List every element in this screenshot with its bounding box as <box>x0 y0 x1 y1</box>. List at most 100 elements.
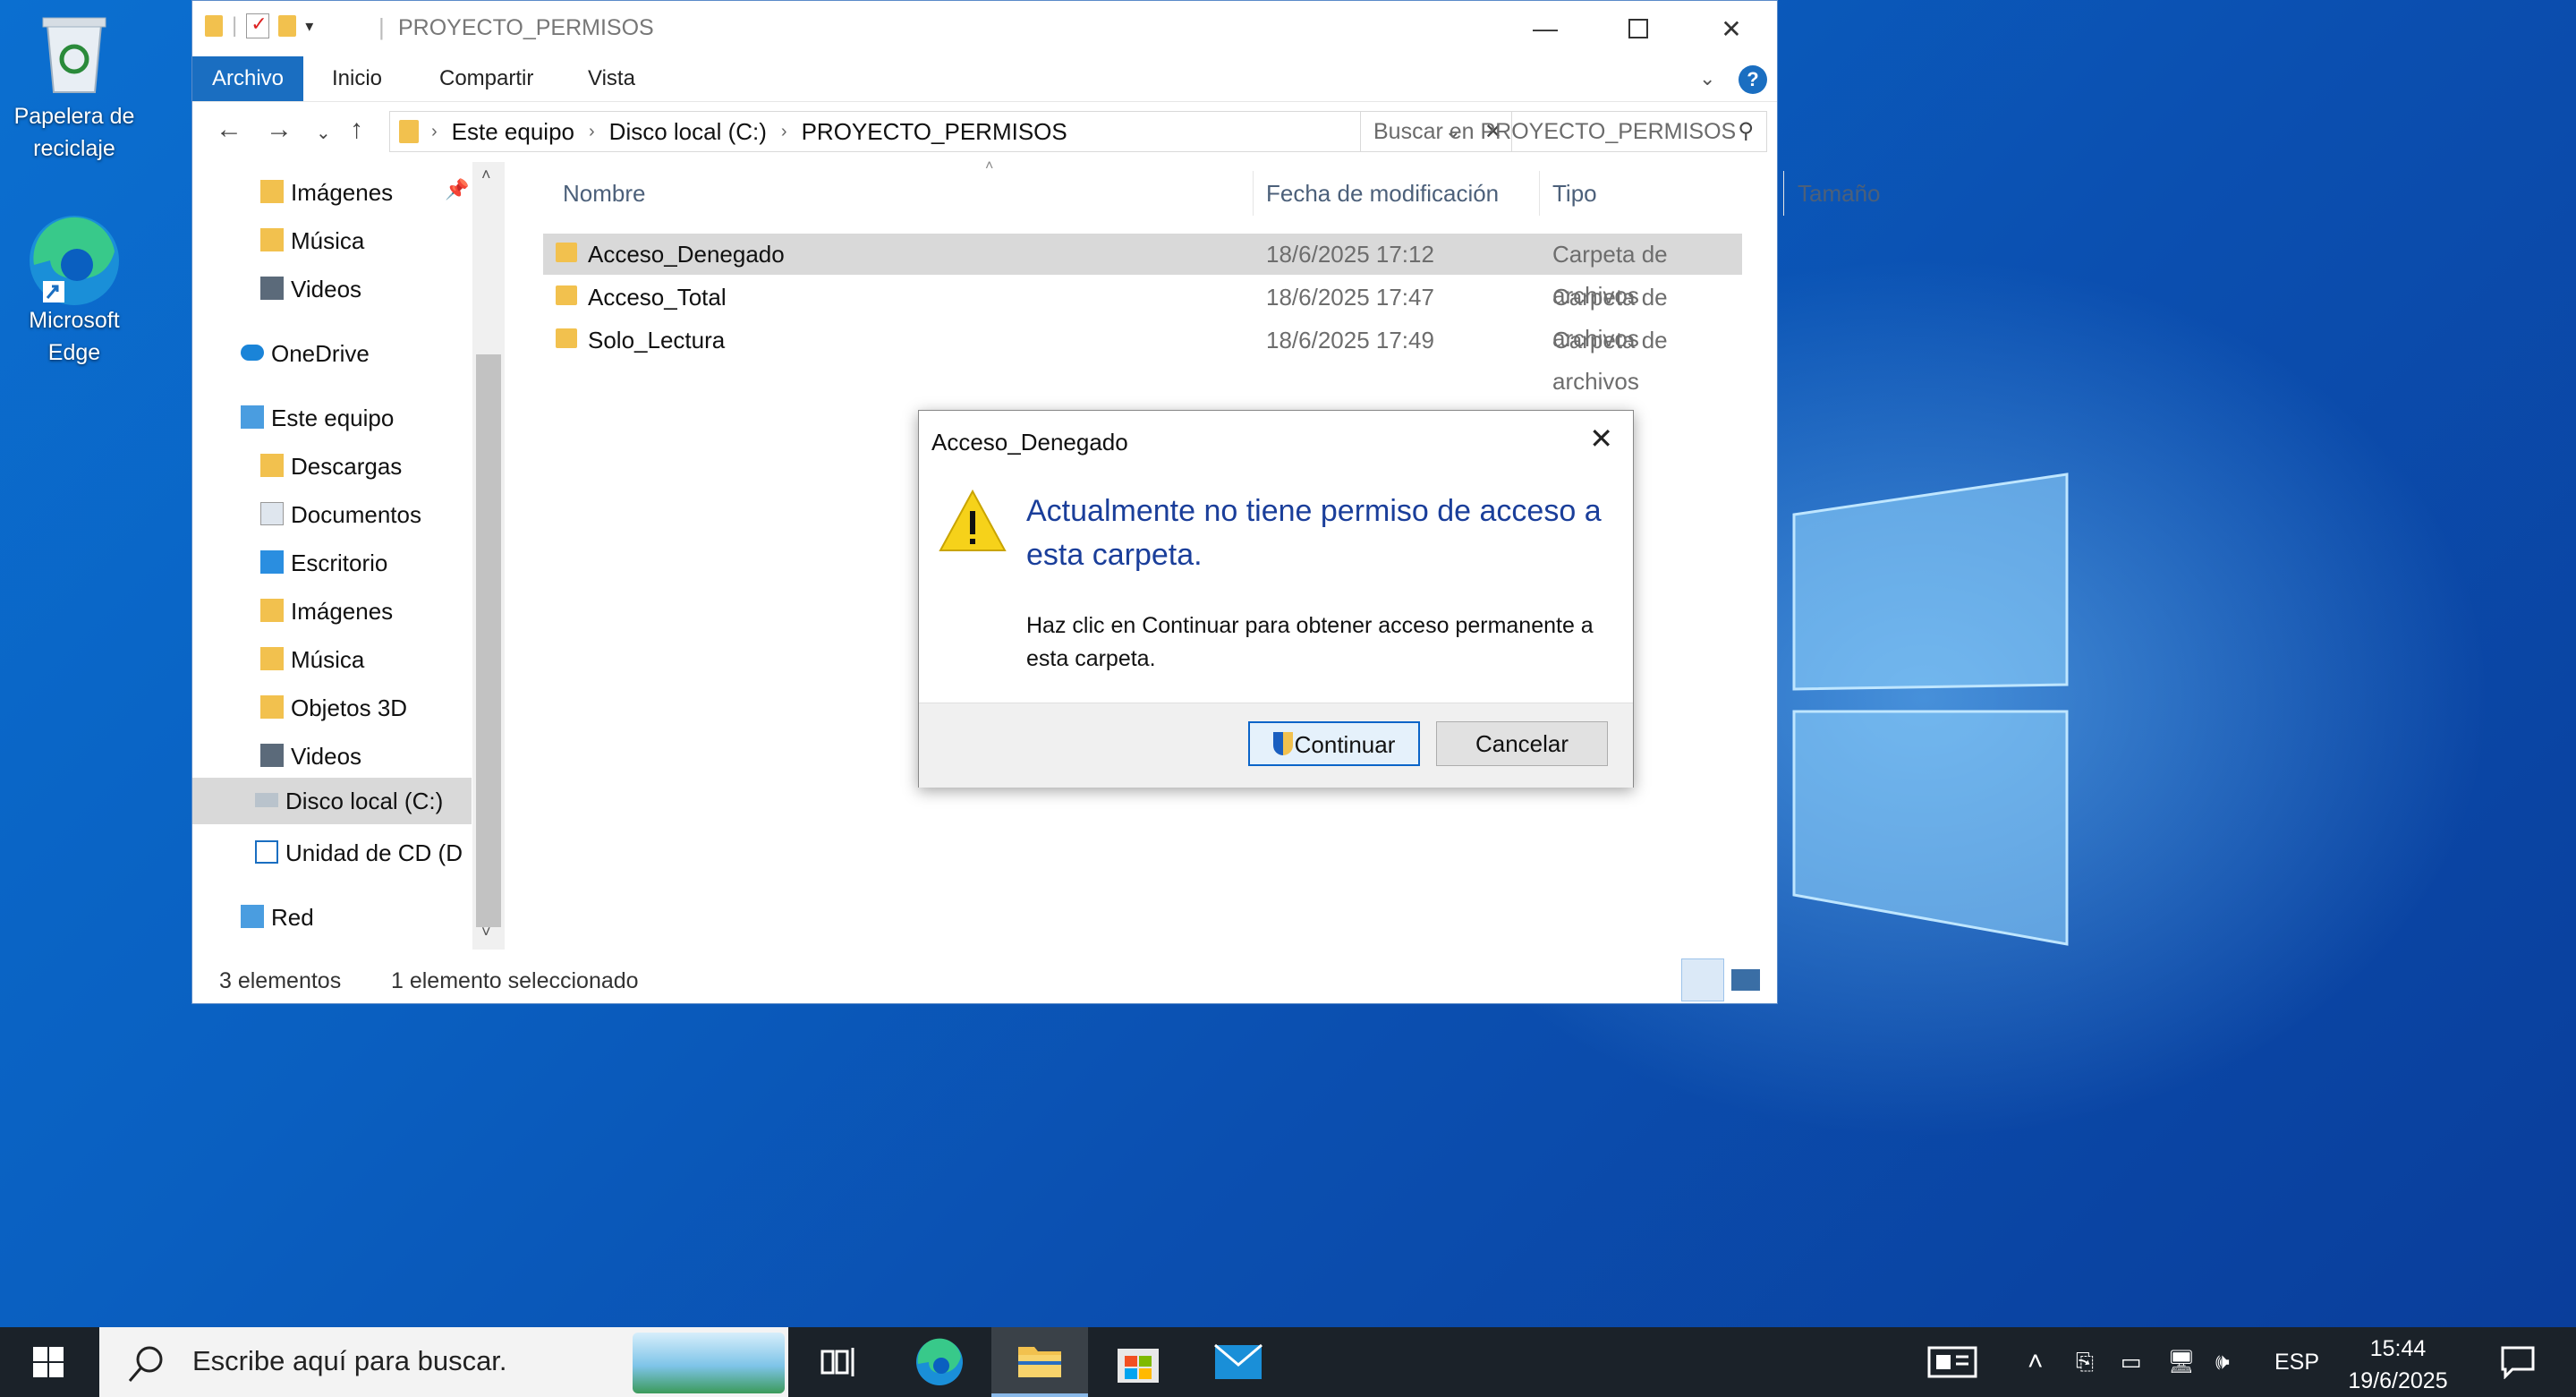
recycle-bin-label-1: Papelera de <box>13 104 135 129</box>
volume-icon[interactable]: 🕪 <box>2215 1327 2230 1397</box>
edge-label-2: Edge <box>47 340 101 365</box>
continue-label: Continuar <box>1294 731 1396 758</box>
file-name: Acceso_Total <box>588 284 727 311</box>
show-hidden-icons-chevron[interactable]: ˄ <box>2028 1327 2044 1397</box>
language-indicator[interactable]: ESP <box>2274 1327 2319 1397</box>
network-icon <box>241 905 264 929</box>
window-title: PROYECTO_PERMISOS <box>398 15 654 40</box>
maximize-button[interactable] <box>1592 1 1685 56</box>
battery-icon[interactable]: ▭ <box>2121 1327 2142 1397</box>
taskbar-mail[interactable] <box>1190 1327 1287 1397</box>
start-button[interactable] <box>0 1327 97 1397</box>
edge-icon <box>916 1338 963 1385</box>
notifications-button[interactable] <box>2470 1327 2566 1397</box>
details-view-icon[interactable] <box>1681 958 1724 1001</box>
nav-scrollbar[interactable]: ˄ ˅ <box>472 162 505 950</box>
dialog-close-button[interactable]: ✕ <box>1589 422 1613 456</box>
nav-label: Videos <box>291 743 362 770</box>
help-icon[interactable]: ? <box>1739 65 1767 94</box>
breadcrumb-este-equipo[interactable]: Este equipo <box>452 118 574 146</box>
nav-label: Imágenes <box>291 598 394 625</box>
address-bar[interactable]: › Este equipo › Disco local (C:) › PROYE… <box>389 111 1512 152</box>
chevron-right-icon: › <box>780 121 787 141</box>
computer-icon <box>241 405 264 430</box>
nav-label: Videos <box>291 276 362 302</box>
navigation-pane: Imágenes 📌 Música Videos OneDrive Este e… <box>192 162 506 950</box>
nav-label: Imágenes <box>291 179 394 206</box>
scroll-up-icon[interactable]: ˄ <box>481 166 491 184</box>
nav-item-disco-local[interactable]: Disco local (C:) <box>192 778 472 824</box>
properties-icon[interactable]: ✓ <box>246 13 270 38</box>
new-folder-icon[interactable] <box>278 15 297 37</box>
objects3d-icon <box>260 695 284 720</box>
nav-item-unidad-cd[interactable]: Unidad de CD (D <box>255 830 472 876</box>
recycle-bin-shortcut[interactable]: Papelera de reciclaje <box>7 7 141 165</box>
file-row[interactable]: Acceso_Total 18/6/2025 17:47 Carpeta de … <box>543 277 1742 352</box>
tab-vista[interactable]: Vista <box>568 56 655 101</box>
column-nombre[interactable]: Nombre <box>563 162 645 225</box>
search-input[interactable]: Buscar en PROYECTO_PERMISOS ⚲ <box>1360 111 1767 152</box>
music-icon <box>260 228 284 252</box>
meet-now-icon[interactable]: ⎘ <box>2076 1327 2094 1397</box>
column-separator[interactable] <box>1253 171 1254 216</box>
separator: | <box>232 13 238 38</box>
cancel-button[interactable]: Cancelar <box>1436 721 1608 766</box>
breadcrumb-proyecto-permisos[interactable]: PROYECTO_PERMISOS <box>802 118 1067 146</box>
taskbar-edge[interactable] <box>891 1327 988 1397</box>
expand-ribbon-icon[interactable]: ⌄ <box>1699 67 1715 90</box>
edge-shortcut[interactable]: Microsoft Edge <box>7 211 141 369</box>
file-row[interactable]: Acceso_Denegado 18/6/2025 17:12 Carpeta … <box>543 234 1742 309</box>
tab-compartir[interactable]: Compartir <box>420 56 553 101</box>
continue-button[interactable]: Continuar <box>1248 721 1420 766</box>
tab-inicio[interactable]: Inicio <box>312 56 402 101</box>
pictures-icon <box>260 180 284 204</box>
file-type: Carpeta de archivos <box>1552 327 1668 395</box>
dialog-title: Acceso_Denegado <box>931 429 1128 456</box>
clock-time: 15:44 <box>2369 1336 2427 1361</box>
quick-access-toolbar: | ✓ ▾ <box>205 13 313 38</box>
close-button[interactable]: ✕ <box>1685 1 1778 56</box>
status-bar: 3 elementos 1 elemento seleccionado <box>192 958 1777 1003</box>
column-tipo[interactable]: Tipo <box>1552 162 1597 225</box>
file-name: Acceso_Denegado <box>588 241 785 268</box>
minimize-button[interactable]: — <box>1499 1 1592 56</box>
nav-label: Este equipo <box>271 405 395 431</box>
back-button[interactable]: ← <box>216 115 242 145</box>
permission-dialog: Acceso_Denegado ✕ Actualmente no tiene p… <box>918 410 1634 788</box>
large-icons-view-icon[interactable] <box>1731 969 1760 991</box>
downloads-icon <box>260 454 284 478</box>
mail-icon <box>1214 1343 1262 1379</box>
dialog-heading: Actualmente no tiene permiso de acceso a… <box>1026 494 1602 572</box>
taskbar-store[interactable] <box>1090 1327 1186 1397</box>
search-icon[interactable]: ⚲ <box>1738 112 1754 151</box>
tab-archivo[interactable]: Archivo <box>192 56 304 101</box>
file-row[interactable]: Solo_Lectura 18/6/2025 17:49 Carpeta de … <box>543 319 1742 395</box>
file-name: Solo_Lectura <box>588 327 726 354</box>
breadcrumb-disco-local[interactable]: Disco local (C:) <box>609 118 767 146</box>
scrollbar-thumb[interactable] <box>476 354 501 927</box>
column-fecha[interactable]: Fecha de modificación <box>1266 162 1499 225</box>
navigation-bar: ← → ⌄ ↑ › Este equipo › Disco local (C:)… <box>192 102 1777 161</box>
nav-label: Música <box>291 227 365 254</box>
news-widget-button[interactable] <box>1904 1327 2001 1397</box>
up-button[interactable]: ↑ <box>350 115 363 145</box>
chevron-right-icon: › <box>431 121 438 141</box>
folder-icon <box>1018 1347 1061 1377</box>
customize-toolbar-icon[interactable]: ▾ <box>305 17 313 36</box>
taskbar-file-explorer[interactable] <box>991 1327 1088 1397</box>
warning-icon <box>939 489 1007 551</box>
scroll-down-icon[interactable]: ˅ <box>481 923 491 941</box>
column-separator[interactable] <box>1539 171 1540 216</box>
clock[interactable]: 15:44 19/6/2025 <box>2335 1333 2461 1397</box>
address-folder-icon <box>399 120 419 143</box>
dialog-footer: Continuar Cancelar <box>919 703 1633 788</box>
network-icon[interactable]: 🖥 <box>2167 1327 2196 1397</box>
task-view-button[interactable] <box>791 1327 888 1397</box>
forward-button[interactable]: → <box>266 115 293 145</box>
column-tamano[interactable]: Tamaño <box>1798 162 1881 225</box>
file-date: 18/6/2025 17:12 <box>1266 241 1434 268</box>
pin-icon[interactable]: 📌 <box>445 178 469 201</box>
column-separator[interactable] <box>1783 171 1784 216</box>
recent-locations-icon[interactable]: ⌄ <box>316 122 331 144</box>
taskbar-search-box[interactable]: Escribe aquí para buscar. <box>99 1327 788 1397</box>
